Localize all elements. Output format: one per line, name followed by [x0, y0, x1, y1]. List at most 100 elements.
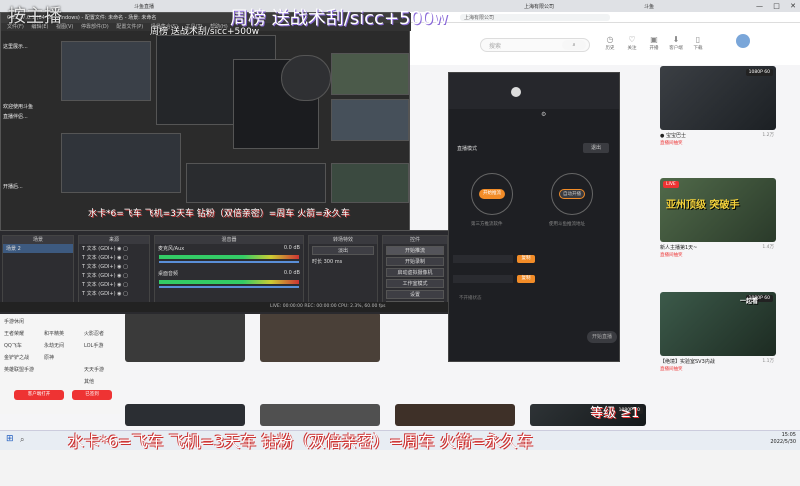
- stream-card[interactable]: 1080P 60 一起看 【绝境】实验室SV3内战 直播间抽奖 1.1万: [660, 292, 776, 374]
- volume-slider[interactable]: [159, 286, 299, 288]
- source-item[interactable]: T 文本 (GDI+) ◉ ▢: [79, 253, 149, 262]
- exit-mode-button[interactable]: 退出: [583, 143, 609, 153]
- obs-window: OBS 27.0.1 (64-bit, windows) - 配置文件: 未命名…: [0, 12, 411, 234]
- menu-docks[interactable]: 停靠部件(D): [81, 24, 109, 30]
- side-note: 开播后...: [3, 184, 23, 190]
- volume-slider[interactable]: [159, 261, 299, 263]
- stream-thumbnail[interactable]: [260, 404, 380, 426]
- eye-icon[interactable]: ◉: [117, 291, 121, 297]
- start-live-button[interactable]: 开始直播: [587, 331, 617, 343]
- lock-icon[interactable]: ▢: [123, 264, 128, 270]
- sidebar-item[interactable]: 其他: [84, 378, 94, 385]
- menu-profile[interactable]: 配置文件(P): [116, 24, 143, 30]
- sidebar-item[interactable]: 天天手游: [84, 366, 104, 373]
- avatar[interactable]: [511, 87, 521, 97]
- eye-icon[interactable]: ◉: [117, 246, 121, 252]
- tab-3[interactable]: 斗鱼: [640, 2, 658, 12]
- stream-thumbnail[interactable]: [125, 404, 245, 426]
- tab-1[interactable]: 斗鱼直播: [130, 2, 158, 12]
- sidebar-item[interactable]: 和平精英: [44, 330, 64, 337]
- minimize-icon[interactable]: —: [756, 2, 763, 10]
- sidebar-item[interactable]: 王者荣耀: [4, 330, 24, 337]
- start-menu-icon[interactable]: ⊞: [6, 434, 14, 444]
- menu-tools[interactable]: 工具(T): [186, 24, 203, 30]
- sidebar-item[interactable]: QQ飞车: [4, 342, 22, 349]
- eye-icon[interactable]: ◉: [117, 273, 121, 279]
- stream-key-field[interactable]: [453, 275, 513, 283]
- duration-input[interactable]: 300 ms: [324, 259, 343, 265]
- header-client[interactable]: ⬇ 客户端: [666, 35, 686, 51]
- eye-icon[interactable]: ◉: [117, 264, 121, 270]
- preview-window: [61, 41, 151, 101]
- lock-icon[interactable]: ▢: [123, 255, 128, 261]
- stream-card[interactable]: LIVE 亚州顶级 突破手 新人主播第1天~ 直播间抽奖 1.4万: [660, 178, 776, 260]
- header-download[interactable]: ▯ 下载: [688, 35, 708, 51]
- stream-url-field[interactable]: [453, 255, 513, 263]
- source-item[interactable]: T 文本 (GDI+) ◉ ▢: [79, 289, 149, 298]
- menu-edit[interactable]: 编辑(E): [31, 24, 48, 30]
- lock-icon[interactable]: ▢: [123, 273, 128, 279]
- mixer-dock-title: 混音器: [155, 236, 303, 244]
- source-item[interactable]: T 文本 (GDI+) ◉ ▢: [79, 280, 149, 289]
- lock-icon[interactable]: ▢: [123, 246, 128, 252]
- start-recording-button[interactable]: 开始录制: [386, 257, 444, 266]
- url-field[interactable]: 上海有限公司: [460, 14, 610, 21]
- menu-help[interactable]: 帮助(H): [210, 24, 228, 30]
- settings-icon[interactable]: ⚙: [541, 111, 546, 118]
- mixer-track: 桌面音频 0.0 dB: [155, 269, 303, 278]
- header-history-label: 历史: [605, 46, 615, 51]
- virtual-camera-button[interactable]: 启动虚拟摄像机: [386, 268, 444, 277]
- taskbar-clock: 15:05 2022/5/30: [770, 432, 796, 446]
- source-item[interactable]: T 文本 (GDI+) ◉ ▢: [79, 244, 149, 253]
- source-item[interactable]: T 文本 (GDI+) ◉ ▢: [79, 262, 149, 271]
- search-button[interactable]: ⌕: [562, 40, 586, 50]
- preview-thumbnail: [331, 163, 409, 203]
- search-icon: ⌕: [572, 42, 576, 48]
- header-live[interactable]: ▣ 开播: [644, 35, 664, 51]
- viewer-count: 1.2万: [762, 133, 774, 138]
- scene-item[interactable]: 场景 2: [3, 244, 73, 253]
- lock-icon[interactable]: ▢: [123, 291, 128, 297]
- sidebar-item[interactable]: 手游休闲: [4, 318, 24, 325]
- thumbnail-overlay-text: 亚州顶级 突破手: [666, 200, 740, 211]
- signed-in-button[interactable]: 已签到: [72, 390, 112, 400]
- transition-select[interactable]: 淡出: [312, 246, 374, 255]
- avatar[interactable]: [736, 34, 750, 48]
- stream-thumbnail[interactable]: [395, 404, 515, 426]
- copy-url-button[interactable]: 复制: [517, 255, 535, 263]
- menu-view[interactable]: 视图(V): [56, 24, 73, 30]
- mode-label: 直播模式: [457, 146, 478, 152]
- history-icon: ◷: [606, 35, 614, 44]
- sidebar-item[interactable]: 金铲铲之战: [4, 354, 29, 361]
- sidebar-item[interactable]: 火影忍者: [84, 330, 104, 337]
- header-follow[interactable]: ♡ 关注: [622, 35, 642, 51]
- start-push-button[interactable]: 开始推流: [479, 189, 505, 199]
- tab-2[interactable]: 上海有限公司: [520, 2, 558, 12]
- start-streaming-button[interactable]: 开始推流: [386, 246, 444, 255]
- studio-mode-button[interactable]: 工作室模式: [386, 279, 444, 288]
- stream-thumbnail[interactable]: [260, 312, 380, 362]
- volume-meter: [159, 255, 299, 259]
- menu-scene-collection[interactable]: 场景集合(S): [151, 24, 178, 30]
- eye-icon[interactable]: ◉: [117, 282, 121, 288]
- lock-icon[interactable]: ▢: [123, 282, 128, 288]
- stream-card[interactable]: 1080P 60 ● 宝宝巴士 直播间抽奖 1.2万: [660, 66, 776, 148]
- open-client-button[interactable]: 客户端打开: [14, 390, 64, 400]
- sidebar-item[interactable]: 永劫无间: [44, 342, 64, 349]
- sidebar-item[interactable]: LOL手游: [84, 342, 103, 349]
- eye-icon[interactable]: ◉: [117, 255, 121, 261]
- search-icon[interactable]: ⌕: [20, 435, 24, 445]
- source-item[interactable]: T 文本 (GDI+) ◉ ▢: [79, 271, 149, 280]
- menu-file[interactable]: 文件(F): [7, 24, 24, 30]
- auto-live-button[interactable]: 自动开播: [559, 189, 585, 199]
- sidebar-item[interactable]: 原神: [44, 354, 54, 361]
- copy-key-button[interactable]: 复制: [517, 275, 535, 283]
- settings-button[interactable]: 设置: [386, 290, 444, 299]
- close-icon[interactable]: ✕: [790, 2, 796, 10]
- download-icon: ⬇: [672, 35, 680, 44]
- header-history[interactable]: ◷ 历史: [600, 35, 620, 51]
- stream-thumbnail[interactable]: [125, 312, 245, 362]
- sources-dock: 来源 T 文本 (GDI+) ◉ ▢ T 文本 (GDI+) ◉ ▢ T 文本 …: [78, 235, 150, 311]
- sidebar-item[interactable]: 英雄联盟手游: [4, 366, 34, 373]
- maximize-icon[interactable]: □: [773, 2, 780, 10]
